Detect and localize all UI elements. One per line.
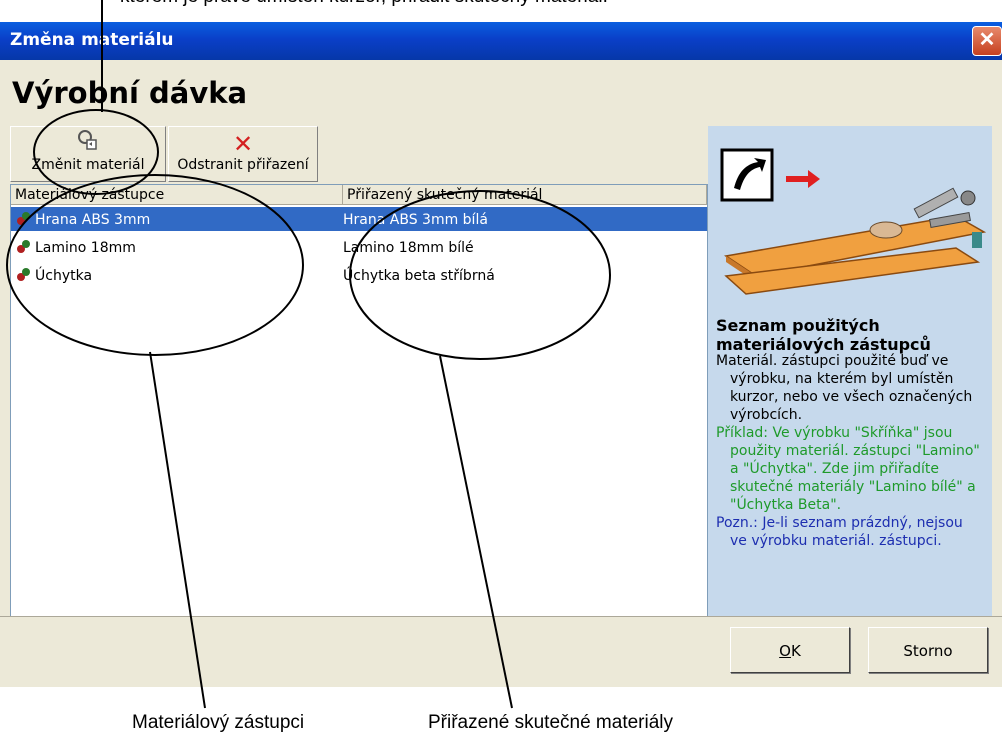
assigned-material: Hrana ABS 3mm bílá [343, 212, 488, 228]
placeholder-name: Lamino 18mm [35, 240, 136, 256]
material-placeholder-icon [17, 240, 31, 254]
ok-label-rest: K [790, 642, 801, 660]
change-material-label: Změnit materiál [31, 157, 145, 173]
close-button[interactable]: ✕ [972, 26, 1002, 56]
help-illustration [720, 148, 986, 295]
dialog-button-bar: OK Storno [0, 616, 1002, 687]
header: Výrobní dávka [0, 60, 1002, 128]
close-icon: ✕ [978, 29, 996, 51]
change-material-button[interactable]: Změnit materiál [10, 126, 166, 182]
cancel-button[interactable]: Storno [868, 627, 988, 673]
assigned-material: Úchytka beta stříbrná [343, 268, 495, 284]
placeholder-name: Hrana ABS 3mm [35, 212, 151, 228]
material-placeholder-icon [17, 268, 31, 282]
title-bar[interactable]: Změna materiálu ✕ [0, 22, 1002, 60]
annotation-label-materials: Přiřazené skutečné materiály [428, 712, 673, 733]
table-row[interactable]: Lamino 18mm Lamino 18mm bílé [11, 235, 707, 261]
remove-assignment-label: Odstranit přiřazení [177, 157, 309, 173]
change-material-icon [11, 127, 165, 157]
window-title: Změna materiálu [10, 30, 174, 50]
help-panel: Seznam použitých materiálových zástupců … [708, 126, 992, 616]
ok-mnemonic: O [779, 642, 791, 660]
page-title: Výrobní dávka [12, 76, 248, 110]
ok-button[interactable]: OK [730, 627, 850, 673]
material-placeholder-icon [17, 212, 31, 226]
column-header-placeholder[interactable]: Materiálový zástupce [11, 185, 343, 205]
help-note: Pozn.: Je-li seznam prázdný, nejsou ve v… [716, 515, 963, 549]
placeholder-name: Úchytka [35, 268, 93, 284]
help-title: Seznam použitých materiálových zástupců [716, 316, 931, 354]
toolbar: Změnit materiál ✕ Odstranit přiřazení [10, 126, 318, 182]
annotation-top-text: kterém je právě umístěn kurzor, přiřadit… [120, 0, 608, 8]
assigned-material: Lamino 18mm bílé [343, 240, 474, 256]
help-text: Materiál. zástupci použité buď ve výrobk… [716, 352, 982, 550]
delete-x-icon: ✕ [232, 130, 254, 158]
table-row[interactable]: Hrana ABS 3mm Hrana ABS 3mm bílá [11, 207, 707, 233]
annotation-label-placeholders: Materiálový zástupci [132, 712, 305, 733]
column-header-material[interactable]: Přiřazený skutečný materiál [343, 185, 707, 205]
table-row[interactable]: Úchytka Úchytka beta stříbrná [11, 263, 707, 289]
material-list[interactable]: Materiálový zástupce Přiřazený skutečný … [10, 184, 708, 618]
help-description: Materiál. zástupci použité buď ve výrobk… [716, 353, 973, 423]
remove-assignment-button[interactable]: ✕ Odstranit přiřazení [168, 126, 318, 182]
help-example: Příklad: Ve výrobku "Skříňka" jsou použi… [716, 425, 980, 513]
